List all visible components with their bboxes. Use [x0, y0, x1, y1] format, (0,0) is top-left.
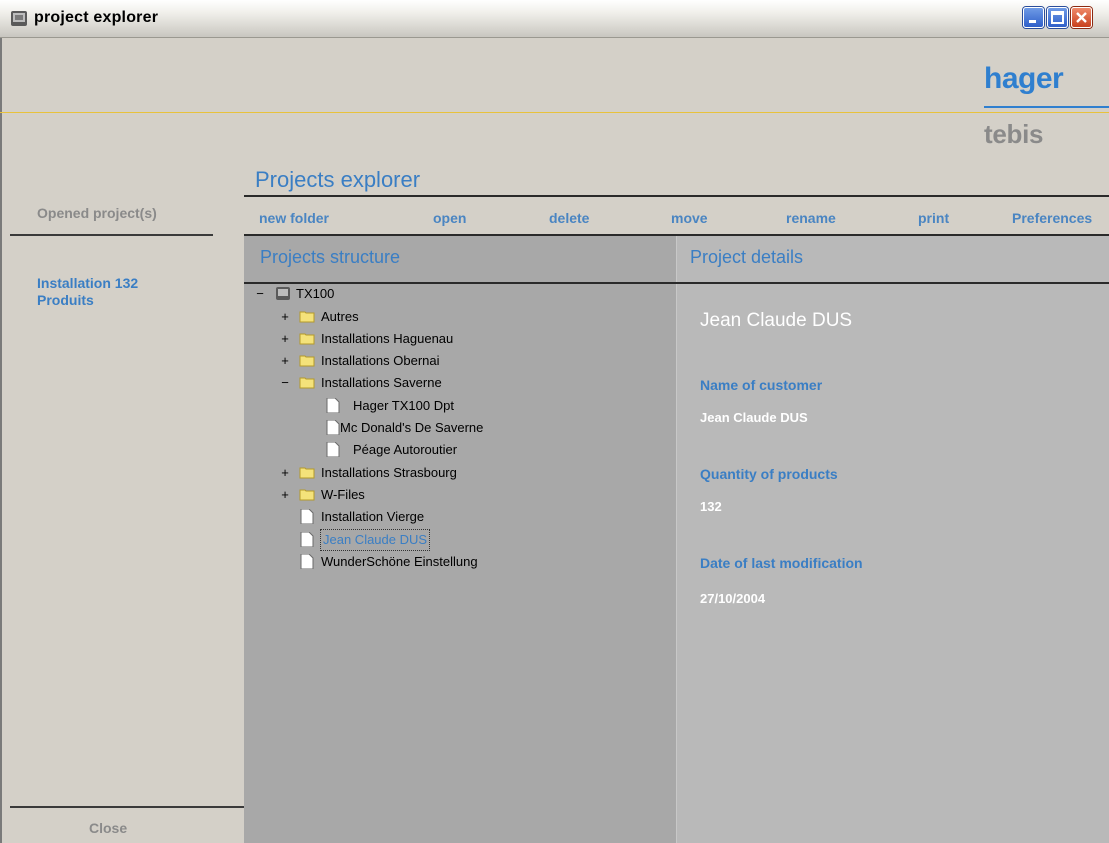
title-bar[interactable]: project explorer — [0, 0, 1109, 38]
project-name-heading: Jean Claude DUS — [700, 310, 853, 331]
preferences-button[interactable]: Preferences — [1012, 210, 1092, 226]
page-title: Projects explorer — [255, 167, 421, 192]
panel-divider — [676, 236, 677, 843]
customer-value: Jean Claude DUS — [700, 410, 808, 425]
expand-toggle[interactable]: + — [280, 486, 290, 504]
maximize-button[interactable] — [1047, 7, 1068, 28]
folder-icon — [299, 311, 315, 323]
document-icon — [326, 442, 340, 457]
brand-logo-tebis: tebis — [984, 119, 1044, 149]
collapse-toggle[interactable]: − — [280, 374, 290, 392]
expand-toggle[interactable]: + — [280, 330, 290, 348]
open-button[interactable]: open — [433, 210, 466, 226]
tree-item-label: Installation Vierge — [321, 509, 425, 524]
document-icon — [300, 532, 314, 547]
brand-accent-line — [0, 112, 1109, 113]
rename-button[interactable]: rename — [786, 210, 836, 226]
minimize-icon — [1029, 20, 1036, 23]
tree-item-label: Installations Haguenau — [321, 331, 454, 346]
document-icon — [300, 509, 314, 524]
folder-icon — [299, 377, 315, 389]
tree-item-label: Installations Saverne — [321, 375, 442, 390]
document-icon — [300, 554, 314, 569]
sidebar-divider — [10, 234, 213, 236]
date-value: 27/10/2004 — [700, 591, 766, 606]
maximize-icon — [1051, 11, 1064, 24]
folder-icon — [299, 489, 315, 501]
folder-icon — [299, 467, 315, 479]
folder-icon — [299, 333, 315, 345]
app-icon — [11, 11, 27, 26]
tree-item-label: Jean Claude DUS — [319, 529, 431, 551]
minimize-button[interactable] — [1023, 7, 1044, 28]
close-divider — [10, 806, 244, 808]
close-window-button[interactable] — [1071, 7, 1092, 28]
tree-item-label: Installations Strasbourg — [321, 465, 457, 480]
window-title: project explorer — [34, 9, 159, 26]
title-rule — [244, 195, 1109, 197]
collapse-toggle[interactable]: − — [255, 285, 265, 303]
expand-toggle[interactable]: + — [280, 308, 290, 326]
opened-projects-label: Opened project(s) — [37, 205, 157, 221]
quantity-value: 132 — [700, 499, 722, 514]
tree-item-label: Hager TX100 Dpt — [353, 398, 454, 413]
folder-icon — [299, 355, 315, 367]
opened-project-item[interactable]: Installation 132 Produits — [37, 275, 138, 309]
delete-button[interactable]: delete — [549, 210, 589, 226]
device-icon — [276, 287, 290, 300]
brand-logo-hager: hager — [984, 62, 1064, 95]
document-icon — [326, 420, 340, 435]
new-folder-button[interactable]: new folder — [259, 210, 329, 226]
tree-item-label: Péage Autoroutier — [353, 442, 458, 457]
brand-separator — [984, 106, 1109, 108]
tree-item-label: Autres — [321, 309, 359, 324]
expand-toggle[interactable]: + — [280, 464, 290, 482]
tree-item-label: Mc Donald's De Saverne — [340, 420, 484, 435]
close-icon — [1076, 12, 1087, 23]
project-details-title: Project details — [690, 247, 804, 267]
tree-item-label: TX100 — [296, 286, 335, 301]
panel-rule — [244, 282, 1109, 284]
tree-item-label: Installations Obernai — [321, 353, 440, 368]
document-icon — [326, 398, 340, 413]
window-left-border — [0, 38, 2, 843]
tree-item-label: W-Files — [321, 487, 365, 502]
projects-structure-title: Projects structure — [260, 247, 401, 267]
customer-label: Name of customer — [700, 377, 823, 393]
date-label: Date of last modification — [700, 555, 863, 571]
move-button[interactable]: move — [671, 210, 708, 226]
expand-toggle[interactable]: + — [280, 352, 290, 370]
close-button[interactable]: Close — [89, 820, 127, 836]
quantity-label: Quantity of products — [700, 466, 838, 482]
print-button[interactable]: print — [918, 210, 949, 226]
tree-item-label: WunderSchöne Einstellung — [321, 554, 478, 569]
